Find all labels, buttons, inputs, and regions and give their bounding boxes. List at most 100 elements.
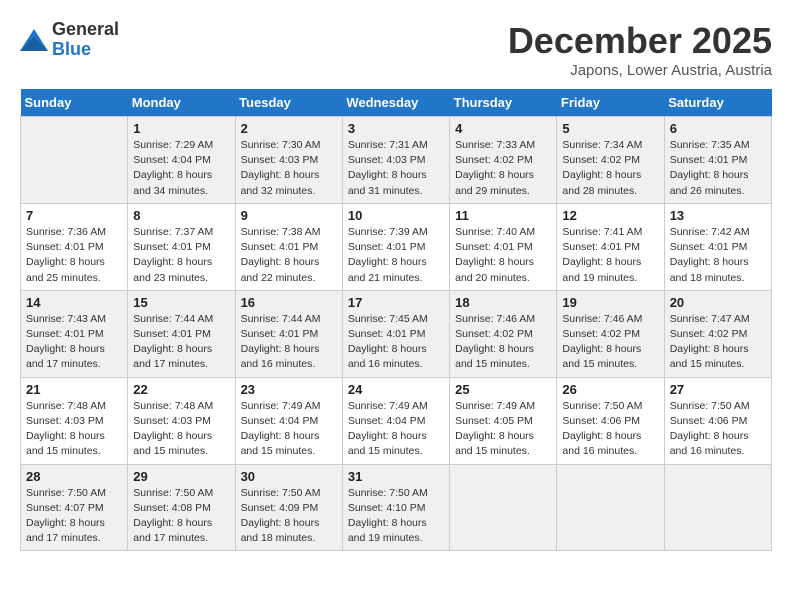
calendar-table: SundayMondayTuesdayWednesdayThursdayFrid… xyxy=(20,89,772,551)
day-number: 30 xyxy=(241,469,337,484)
calendar-cell: 13Sunrise: 7:42 AMSunset: 4:01 PMDayligh… xyxy=(664,203,771,290)
calendar-cell: 10 Sunrise: 7:39 AMSunset: 4:01 PMDayligh… xyxy=(342,203,449,290)
calendar-cell: 19Sunrise: 7:46 AMSunset: 4:02 PMDayligh… xyxy=(557,290,664,377)
day-number: 17 xyxy=(348,295,444,310)
logo-blue-text: Blue xyxy=(52,40,119,60)
calendar-cell: 1 Sunrise: 7:29 AMSunset: 4:04 PMDaylight… xyxy=(128,117,235,204)
weekday-header-saturday: Saturday xyxy=(664,89,771,117)
day-number: 14 xyxy=(26,295,122,310)
calendar-cell: 3 Sunrise: 7:31 AMSunset: 4:03 PMDaylight… xyxy=(342,117,449,204)
calendar-week-1: 1 Sunrise: 7:29 AMSunset: 4:04 PMDaylight… xyxy=(21,117,772,204)
day-info: Sunrise: 7:34 AMSunset: 4:02 PMDaylight:… xyxy=(562,138,658,199)
title-area: December 2025 Japons, Lower Austria, Aus… xyxy=(508,20,772,79)
calendar-cell: 21 Sunrise: 7:48 AMSunset: 4:03 PMDayligh… xyxy=(21,377,128,464)
calendar-cell: 27 Sunrise: 7:50 AMSunset: 4:06 PMDayligh… xyxy=(664,377,771,464)
calendar-cell: 26 Sunrise: 7:50 AMSunset: 4:06 PMDayligh… xyxy=(557,377,664,464)
day-info: Sunrise: 7:44 AMSunset: 4:01 PMDaylight:… xyxy=(133,312,229,373)
day-info: Sunrise: 7:49 AMSunset: 4:04 PMDaylight:… xyxy=(241,399,337,460)
day-number: 6 xyxy=(670,121,766,136)
day-info: Sunrise: 7:48 AMSunset: 4:03 PMDaylight:… xyxy=(26,399,122,460)
calendar-cell: 7Sunrise: 7:36 AMSunset: 4:01 PMDaylight… xyxy=(21,203,128,290)
weekday-header-tuesday: Tuesday xyxy=(235,89,342,117)
day-info: Sunrise: 7:29 AMSunset: 4:04 PMDaylight:… xyxy=(133,138,229,199)
calendar-cell: 9 Sunrise: 7:38 AMSunset: 4:01 PMDaylight… xyxy=(235,203,342,290)
day-info: Sunrise: 7:49 AMSunset: 4:04 PMDaylight:… xyxy=(348,399,444,460)
calendar-week-4: 21 Sunrise: 7:48 AMSunset: 4:03 PMDayligh… xyxy=(21,377,772,464)
day-number: 31 xyxy=(348,469,444,484)
day-info: Sunrise: 7:46 AMSunset: 4:02 PMDaylight:… xyxy=(562,312,658,373)
calendar-cell: 31 Sunrise: 7:50 AMSunset: 4:10 PMDayligh… xyxy=(342,464,449,551)
day-number: 1 xyxy=(133,121,229,136)
day-number: 15 xyxy=(133,295,229,310)
day-number: 26 xyxy=(562,382,658,397)
day-info: Sunrise: 7:50 AMSunset: 4:08 PMDaylight:… xyxy=(133,486,229,547)
month-title: December 2025 xyxy=(508,20,772,62)
day-number: 10 xyxy=(348,208,444,223)
day-info: Sunrise: 7:31 AMSunset: 4:03 PMDaylight:… xyxy=(348,138,444,199)
day-info: Sunrise: 7:38 AMSunset: 4:01 PMDaylight:… xyxy=(241,225,337,286)
location-title: Japons, Lower Austria, Austria xyxy=(508,62,772,79)
calendar-cell: 15 Sunrise: 7:44 AMSunset: 4:01 PMDayligh… xyxy=(128,290,235,377)
page-header: General Blue December 2025 Japons, Lower… xyxy=(20,20,772,79)
logo: General Blue xyxy=(20,20,119,60)
day-info: Sunrise: 7:48 AMSunset: 4:03 PMDaylight:… xyxy=(133,399,229,460)
day-info: Sunrise: 7:39 AMSunset: 4:01 PMDaylight:… xyxy=(348,225,444,286)
calendar-week-5: 28 Sunrise: 7:50 AMSunset: 4:07 PMDayligh… xyxy=(21,464,772,551)
weekday-header-wednesday: Wednesday xyxy=(342,89,449,117)
day-info: Sunrise: 7:44 AMSunset: 4:01 PMDaylight:… xyxy=(241,312,337,373)
calendar-cell: 12 Sunrise: 7:41 AMSunset: 4:01 PMDayligh… xyxy=(557,203,664,290)
day-info: Sunrise: 7:50 AMSunset: 4:10 PMDaylight:… xyxy=(348,486,444,547)
day-number: 9 xyxy=(241,208,337,223)
day-info: Sunrise: 7:35 AMSunset: 4:01 PMDaylight:… xyxy=(670,138,766,199)
calendar-cell: 20 Sunrise: 7:47 AMSunset: 4:02 PMDayligh… xyxy=(664,290,771,377)
logo-icon xyxy=(20,29,48,51)
day-info: Sunrise: 7:50 AMSunset: 4:06 PMDaylight:… xyxy=(562,399,658,460)
logo-general-text: General xyxy=(52,20,119,40)
day-number: 16 xyxy=(241,295,337,310)
calendar-cell: 29 Sunrise: 7:50 AMSunset: 4:08 PMDayligh… xyxy=(128,464,235,551)
day-number: 3 xyxy=(348,121,444,136)
day-info: Sunrise: 7:41 AMSunset: 4:01 PMDaylight:… xyxy=(562,225,658,286)
calendar-cell: 11Sunrise: 7:40 AMSunset: 4:01 PMDayligh… xyxy=(450,203,557,290)
day-info: Sunrise: 7:46 AMSunset: 4:02 PMDaylight:… xyxy=(455,312,551,373)
calendar-cell: 28 Sunrise: 7:50 AMSunset: 4:07 PMDayligh… xyxy=(21,464,128,551)
day-info: Sunrise: 7:50 AMSunset: 4:07 PMDaylight:… xyxy=(26,486,122,547)
day-info: Sunrise: 7:49 AMSunset: 4:05 PMDaylight:… xyxy=(455,399,551,460)
calendar-cell: 8 Sunrise: 7:37 AMSunset: 4:01 PMDaylight… xyxy=(128,203,235,290)
calendar-cell: 16 Sunrise: 7:44 AMSunset: 4:01 PMDayligh… xyxy=(235,290,342,377)
day-number: 29 xyxy=(133,469,229,484)
weekday-header-monday: Monday xyxy=(128,89,235,117)
day-info: Sunrise: 7:45 AMSunset: 4:01 PMDaylight:… xyxy=(348,312,444,373)
calendar-cell xyxy=(664,464,771,551)
day-number: 20 xyxy=(670,295,766,310)
day-info: Sunrise: 7:50 AMSunset: 4:06 PMDaylight:… xyxy=(670,399,766,460)
calendar-cell: 25Sunrise: 7:49 AMSunset: 4:05 PMDayligh… xyxy=(450,377,557,464)
day-number: 24 xyxy=(348,382,444,397)
weekday-header-sunday: Sunday xyxy=(21,89,128,117)
calendar-cell xyxy=(450,464,557,551)
calendar-cell: 24 Sunrise: 7:49 AMSunset: 4:04 PMDayligh… xyxy=(342,377,449,464)
weekday-header-thursday: Thursday xyxy=(450,89,557,117)
day-info: Sunrise: 7:47 AMSunset: 4:02 PMDaylight:… xyxy=(670,312,766,373)
calendar-cell: 22Sunrise: 7:48 AMSunset: 4:03 PMDayligh… xyxy=(128,377,235,464)
day-info: Sunrise: 7:30 AMSunset: 4:03 PMDaylight:… xyxy=(241,138,337,199)
calendar-cell: 17 Sunrise: 7:45 AMSunset: 4:01 PMDayligh… xyxy=(342,290,449,377)
calendar-cell: 14Sunrise: 7:43 AMSunset: 4:01 PMDayligh… xyxy=(21,290,128,377)
day-number: 12 xyxy=(562,208,658,223)
calendar-cell: 4Sunrise: 7:33 AMSunset: 4:02 PMDaylight… xyxy=(450,117,557,204)
day-number: 5 xyxy=(562,121,658,136)
day-info: Sunrise: 7:42 AMSunset: 4:01 PMDaylight:… xyxy=(670,225,766,286)
calendar-cell: 18Sunrise: 7:46 AMSunset: 4:02 PMDayligh… xyxy=(450,290,557,377)
calendar-cell: 23Sunrise: 7:49 AMSunset: 4:04 PMDayligh… xyxy=(235,377,342,464)
calendar-cell: 5 Sunrise: 7:34 AMSunset: 4:02 PMDaylight… xyxy=(557,117,664,204)
day-info: Sunrise: 7:40 AMSunset: 4:01 PMDaylight:… xyxy=(455,225,551,286)
day-info: Sunrise: 7:37 AMSunset: 4:01 PMDaylight:… xyxy=(133,225,229,286)
calendar-cell: 30 Sunrise: 7:50 AMSunset: 4:09 PMDayligh… xyxy=(235,464,342,551)
day-number: 8 xyxy=(133,208,229,223)
day-info: Sunrise: 7:50 AMSunset: 4:09 PMDaylight:… xyxy=(241,486,337,547)
day-number: 21 xyxy=(26,382,122,397)
calendar-cell: 2 Sunrise: 7:30 AMSunset: 4:03 PMDaylight… xyxy=(235,117,342,204)
day-number: 28 xyxy=(26,469,122,484)
day-number: 27 xyxy=(670,382,766,397)
day-number: 2 xyxy=(241,121,337,136)
